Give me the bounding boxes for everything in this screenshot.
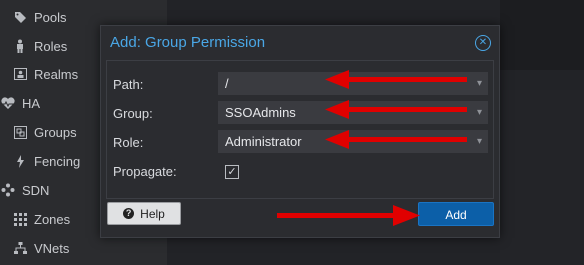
content-panel [500,90,584,265]
sidebar-item-label: VNets [34,240,70,256]
role-combobox[interactable]: Administrator ▾ [218,130,488,153]
dialog-footer: ? Help Add [101,197,499,237]
address-card-icon [12,66,28,82]
sidebar-item-vnets[interactable]: VNets [12,237,69,259]
dialog-header: Add: Group Permission ✕ [101,26,499,60]
sidebar-item-label: Realms [34,66,79,82]
sidebar-item-label: Fencing [34,153,81,169]
add-button[interactable]: Add [418,202,494,226]
dialog-title: Add: Group Permission [110,34,266,51]
question-circle-icon: ? [123,208,135,219]
network-icon [12,240,28,256]
object-group-icon [12,124,28,140]
sidebar-item-label: Zones [34,211,71,227]
add-group-permission-dialog: Add: Group Permission ✕ Path: / ▾ Group:… [100,25,500,238]
sidebar-item-label: Pools [34,9,67,25]
sidebar-item-label: SDN [22,182,50,198]
sidebar-item-ha[interactable]: HA [0,92,40,114]
sidebar-item-label: Groups [34,124,77,140]
screen: Pools Roles Realms HA Groups Fencing SDN… [0,0,584,265]
group-value: SSOAdmins [225,105,296,120]
help-button-label: Help [140,206,165,221]
sidebar-item-label: HA [22,95,41,111]
role-label: Role: [113,135,144,150]
sidebar-item-zones[interactable]: Zones [12,208,70,230]
sidebar-item-pools[interactable]: Pools [12,6,67,28]
sidebar-item-realms[interactable]: Realms [12,63,78,85]
sidebar-item-sdn[interactable]: SDN [0,179,49,201]
sidebar-item-fencing[interactable]: Fencing [12,150,80,172]
sidebar-item-groups[interactable]: Groups [12,121,77,143]
help-button[interactable]: ? Help [107,202,181,225]
person-icon [12,38,28,54]
group-label: Group: [113,106,153,121]
propagate-checkbox[interactable]: ✓ [225,165,239,179]
path-value: / [225,76,229,91]
permission-form: Path: / ▾ Group: SSOAdmins ▾ Role: Admin… [106,60,494,199]
sdn-icon [0,182,16,198]
sidebar-item-label: Roles [34,38,68,54]
chevron-down-icon[interactable]: ▾ [477,72,482,95]
sidebar-item-roles[interactable]: Roles [12,35,67,57]
content-header-area [500,0,584,70]
propagate-label: Propagate: [113,164,177,179]
group-combobox[interactable]: SSOAdmins ▾ [218,101,488,124]
path-combobox[interactable]: / ▾ [218,72,488,95]
grid-icon [12,211,28,227]
heartbeat-icon [0,95,16,111]
bolt-icon [12,153,28,169]
tag-icon [12,9,28,25]
role-value: Administrator [225,134,302,149]
add-button-label: Add [445,208,467,222]
path-label: Path: [113,77,144,92]
close-icon[interactable]: ✕ [475,35,491,51]
chevron-down-icon[interactable]: ▾ [477,101,482,124]
chevron-down-icon[interactable]: ▾ [477,130,482,153]
